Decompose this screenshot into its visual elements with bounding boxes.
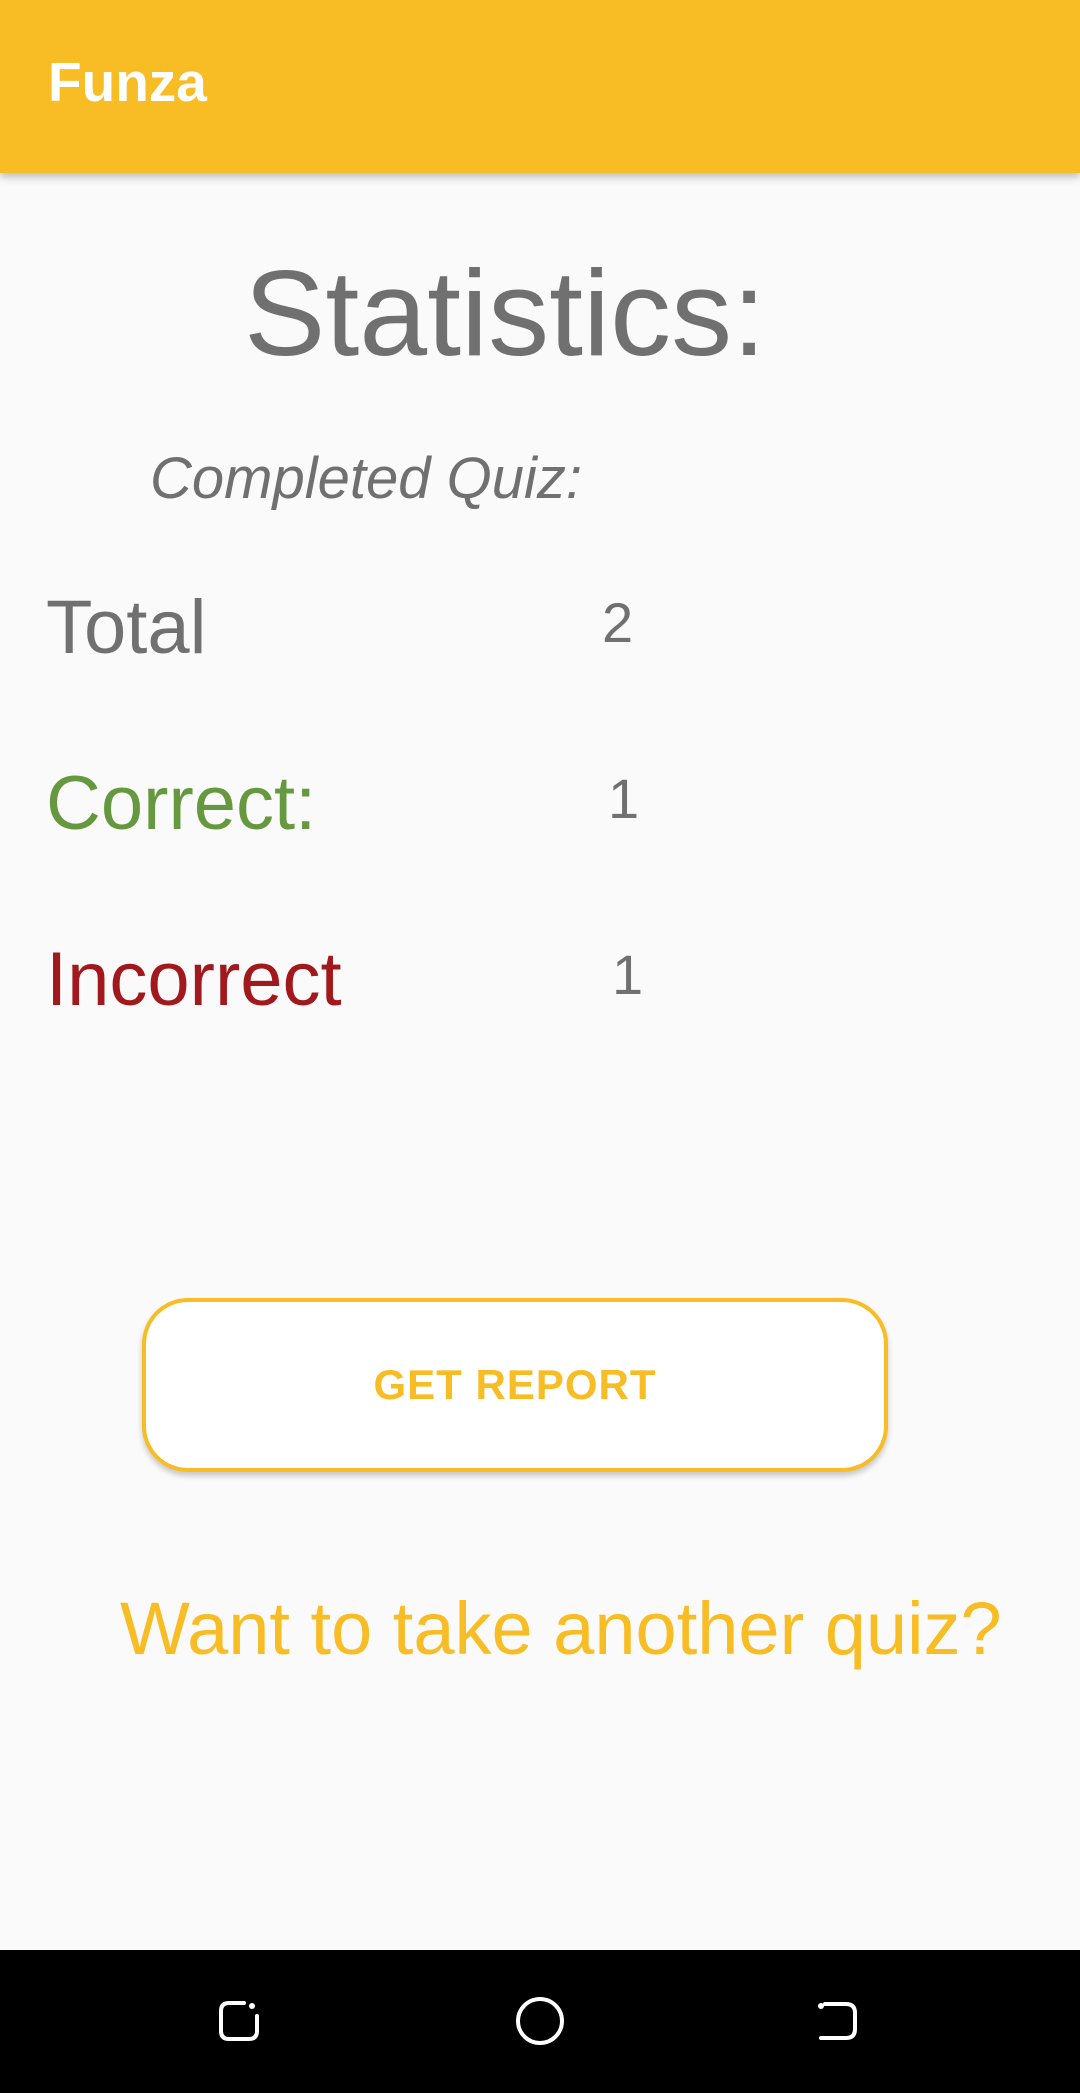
- get-report-button[interactable]: GET REPORT: [142, 1298, 888, 1472]
- system-nav-bar: [0, 1950, 1080, 2093]
- incorrect-value: 1: [612, 943, 644, 1006]
- recent-apps-icon[interactable]: [204, 1986, 274, 2056]
- app-bar: Funza: [0, 0, 1080, 173]
- get-report-label: GET REPORT: [373, 1361, 657, 1408]
- total-label: Total: [46, 585, 207, 670]
- completed-quiz-label: Completed Quiz:: [150, 446, 582, 511]
- correct-value: 1: [608, 767, 640, 830]
- incorrect-label: Incorrect: [46, 937, 342, 1022]
- take-another-quiz-link[interactable]: Want to take another quiz?: [120, 1592, 1002, 1666]
- total-value: 2: [602, 591, 634, 654]
- back-icon[interactable]: [803, 1986, 873, 2056]
- home-icon[interactable]: [505, 1986, 575, 2056]
- correct-label: Correct:: [46, 761, 317, 846]
- app-title: Funza: [48, 51, 207, 113]
- page-title: Statistics:: [243, 245, 766, 381]
